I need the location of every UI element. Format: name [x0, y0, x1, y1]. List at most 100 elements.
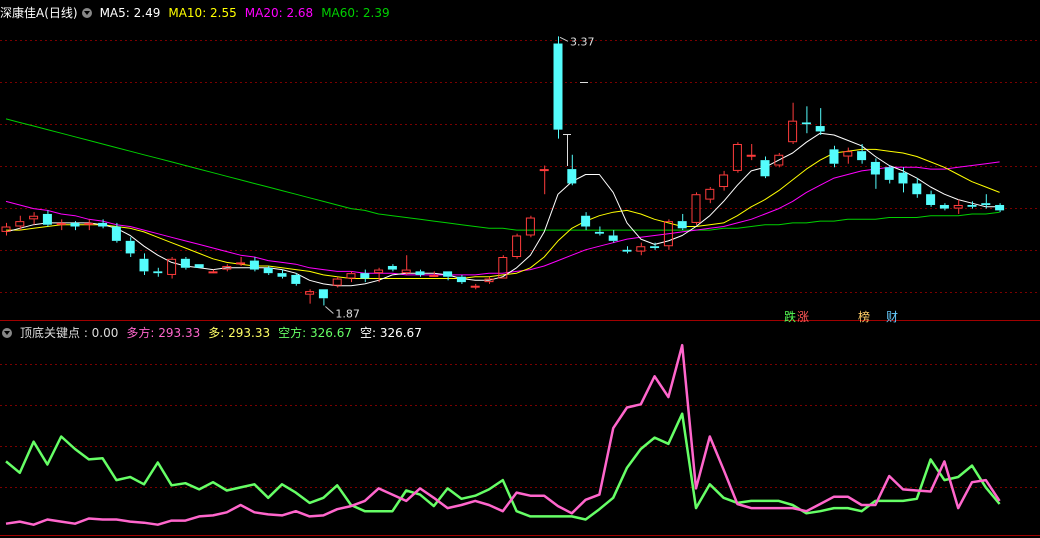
candle-body [29, 215, 39, 220]
candle-body [912, 183, 922, 195]
candle-down [194, 264, 204, 268]
candle-body [56, 222, 66, 225]
candle-body [815, 126, 825, 132]
candle-up [84, 219, 94, 231]
candle-up [719, 170, 729, 191]
candle-body [843, 151, 853, 157]
indicator-dropdown-icon[interactable] [2, 328, 12, 338]
candle-up [208, 269, 218, 274]
kongfang-legend: 空方: 326.67 [278, 326, 352, 340]
stock-chart[interactable]: 3.37 1.87 [0, 0, 1040, 538]
candle-up [1, 222, 11, 236]
candle-body [898, 172, 908, 184]
candle-up [843, 147, 853, 164]
candle-down [42, 210, 52, 227]
candle-body [42, 213, 52, 225]
candle-body [332, 278, 342, 286]
tag-bang[interactable]: 榜 [858, 310, 870, 324]
candle-body [608, 235, 618, 241]
candle-down [581, 212, 591, 231]
candle-body [180, 258, 190, 268]
candle-body [801, 122, 811, 125]
candle-body [208, 271, 218, 274]
candle-body [139, 258, 149, 272]
candle-down [567, 154, 577, 186]
candle-body [719, 174, 729, 188]
candle-body [125, 240, 135, 254]
tag-die[interactable]: 跌 [784, 310, 796, 324]
candle-down [677, 213, 687, 231]
candle-body [622, 249, 632, 252]
candle-down [898, 167, 908, 193]
candle-up [305, 289, 315, 304]
candle-down [387, 264, 397, 272]
candle-up [56, 219, 66, 231]
candle-body [456, 276, 466, 283]
candle-body [401, 269, 411, 274]
candle-body [387, 265, 397, 270]
candle-down [815, 108, 825, 136]
candle-body [318, 289, 328, 299]
candle-down [139, 253, 149, 275]
candle-body [194, 264, 204, 268]
ma60-legend: MA60: 2.39 [321, 6, 390, 20]
grid-lines [0, 40, 1040, 536]
candle-up [705, 187, 715, 204]
ma10-line [6, 148, 1000, 279]
candle-body [360, 273, 370, 279]
settings-dropdown-icon[interactable] [81, 8, 92, 18]
candle-body [236, 262, 246, 265]
candle-up [512, 233, 522, 259]
main-chart-header: 深康佳A(日线) MA5: 2.49 MA10: 2.55 MA20: 2.68 MA6… [0, 4, 1040, 22]
candle-body [870, 161, 880, 175]
candle-body [98, 222, 108, 227]
kong-legend: 空: 326.67 [359, 326, 422, 340]
candle-body [249, 260, 259, 270]
candle-down [456, 274, 466, 284]
candlestick-series [1, 36, 1005, 306]
candle-body [760, 160, 770, 177]
candle-down [249, 257, 259, 272]
candle-body [567, 169, 577, 184]
candle-up [525, 215, 535, 238]
candle-down [912, 178, 922, 198]
candle-up [470, 283, 480, 290]
candle-body [277, 273, 287, 277]
candle-down [870, 158, 880, 189]
candle-body [111, 226, 121, 241]
candle-down [608, 230, 618, 243]
candle-up [953, 199, 963, 214]
candle-body [857, 151, 867, 161]
candle-down [857, 143, 867, 164]
duofang-legend: 多方: 293.33 [126, 326, 201, 340]
candle-down [125, 237, 135, 258]
kongfang-line [5, 412, 1001, 521]
ma10-legend: MA10: 2.55 [168, 6, 237, 20]
duo-legend: 多: 293.33 [208, 326, 271, 340]
tag-zhang[interactable]: 涨 [797, 310, 809, 324]
candle-up [374, 267, 384, 283]
candle-body [525, 217, 535, 236]
high-price-label: 3.37 [570, 35, 595, 48]
candle-body [746, 154, 756, 157]
low-pointer [325, 306, 334, 314]
candle-body [512, 235, 522, 258]
candle-body [346, 273, 356, 279]
candle-up [788, 102, 798, 144]
candle-body [926, 194, 936, 205]
candle-up [732, 142, 742, 173]
candle-down [415, 269, 425, 277]
candle-body [995, 204, 1005, 211]
tag-cai[interactable]: 财 [886, 310, 898, 324]
moving-average-lines [5, 118, 1000, 287]
candle-down [801, 106, 811, 134]
candle-body [153, 271, 163, 274]
low-price-label: 1.87 [335, 307, 360, 320]
candle-up [401, 255, 411, 275]
candle-down [291, 273, 301, 286]
ma5-legend: MA5: 2.49 [99, 6, 161, 20]
candle-body [443, 271, 453, 277]
candle-down [829, 145, 839, 168]
candle-body [677, 221, 687, 229]
candle-body [70, 222, 80, 227]
